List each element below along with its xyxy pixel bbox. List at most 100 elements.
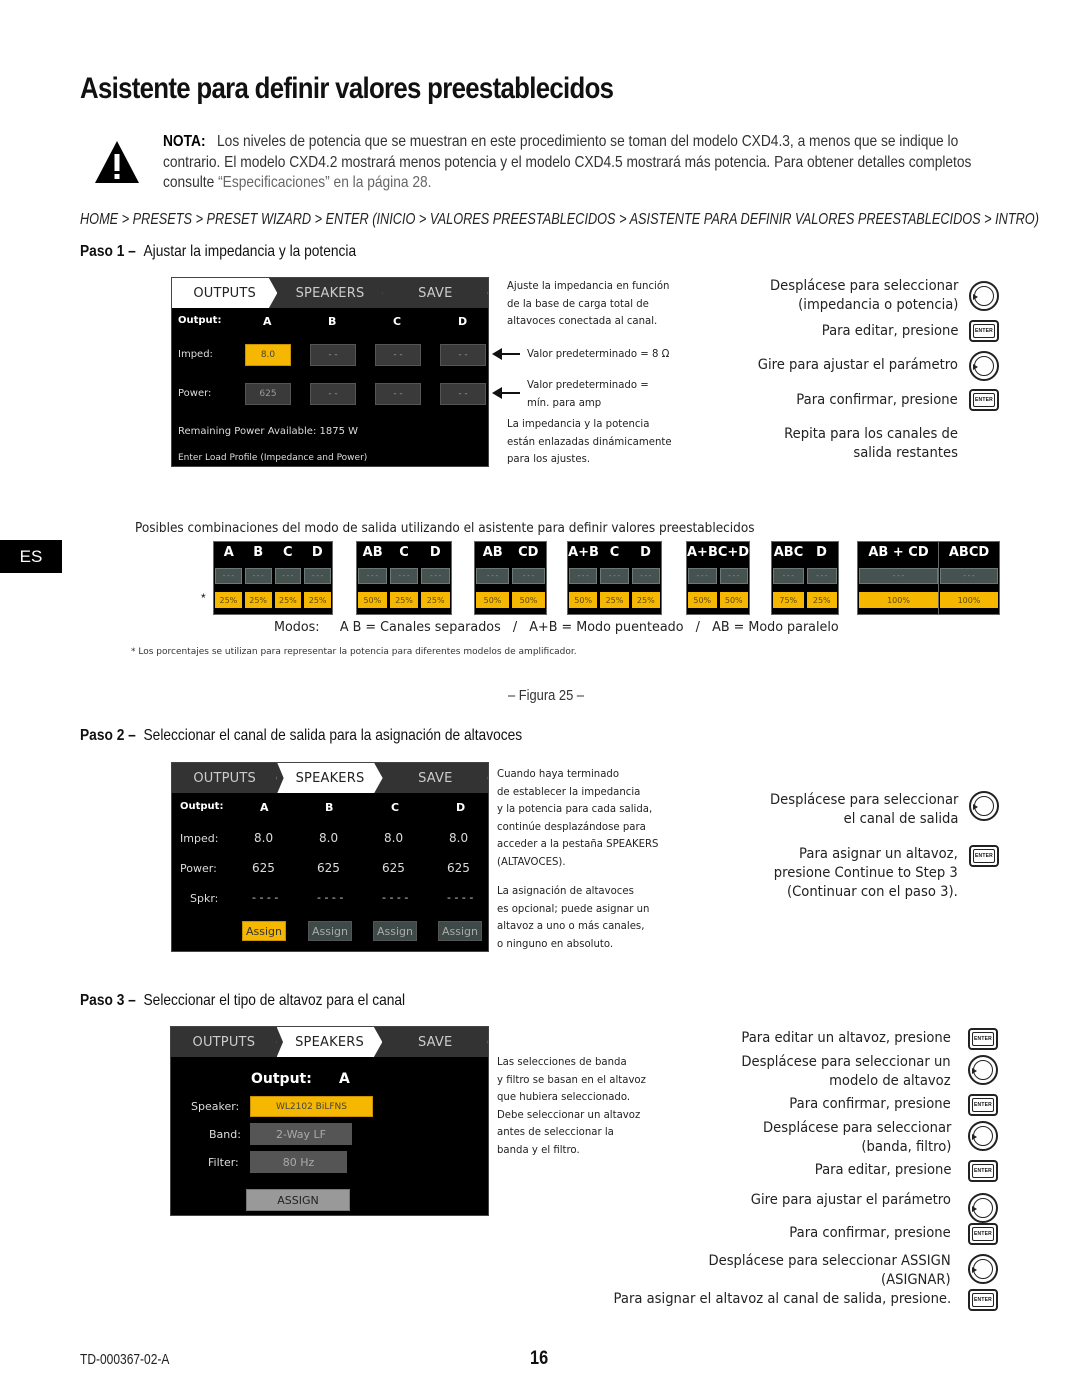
arrow-left-icon [492,387,520,399]
mode-channel-label: AB [362,545,383,560]
mode-percent-row: 50% 50% [687,592,749,608]
note-text: Los niveles de potencia que se muestran … [163,133,972,171]
tab-outputs[interactable]: OUTPUTS [171,1027,277,1057]
mode-percent-cell: 25% [806,592,837,608]
imped-b-field[interactable]: - - [310,344,356,366]
tab-save[interactable]: SAVE [382,1027,488,1057]
step3-heading: Paso 3 – Seleccionar el tipo de altavoz … [80,992,405,1010]
output-value: A [339,1071,350,1087]
note-block: NOTA: Los niveles de potencia que se mue… [163,132,1006,194]
instr-line: presione Continue to Step 3 [773,865,958,881]
note-line: de la base de carga total de [507,296,649,310]
power-c-field[interactable]: - - [375,383,421,405]
enter-label: ENTER [972,1098,994,1112]
tab-save[interactable]: SAVE [383,763,488,793]
mode-placeholder-cell: - - - [358,568,387,584]
mode-placeholder-row: - - - [858,568,939,584]
mode-channel-label: AB [482,545,503,560]
note-line: y la potencia para cada salida, [497,802,653,815]
instr-line: Gire para ajustar el parámetro [750,1192,951,1208]
enter-label: ENTER [972,1227,994,1241]
step1-heading: Paso 1 – Ajustar la impedancia y la pote… [80,243,356,261]
assign-b-button[interactable]: Assign [308,921,352,941]
imped-d-field[interactable]: - - [440,344,486,366]
instr-line: Para confirmar, presione [789,1096,951,1112]
mode-percent-cell: 75% [773,592,804,608]
enter-button-icon: ENTER [968,1094,998,1116]
filter-select[interactable]: 80 Hz [250,1151,347,1173]
mode-percent-cell: 50% [688,592,717,608]
instr-repeat: Repita para los canales de salida restan… [784,425,958,463]
col-c: C [393,315,402,328]
assign-c-button[interactable]: Assign [373,921,417,941]
mode-placeholder-cell: - - - [569,568,598,584]
default-power-note: Valor predeterminado = mín. para amp [527,376,649,411]
tab-speakers[interactable]: SPEAKERS [277,763,383,793]
mode-combination: AB CD - - -- - -50% 50% [474,541,547,615]
tab-speakers[interactable]: SPEAKERS [277,278,382,308]
mode-placeholder-cell: - - - [476,568,509,584]
enter-label: ENTER [973,393,995,407]
mode-header: A+B C+D [687,545,749,565]
mode-placeholder-cell: - - - [719,568,748,584]
instr-select-channel: Desplácese para seleccionar el canal de … [770,791,958,829]
col-d: D [458,315,468,328]
mode-placeholder-cell: - - - [274,568,302,584]
mode-percent-cell: 50% [476,592,509,608]
mode-placeholder-cell: - - - [215,568,242,584]
note-line: de establecer la impedancia [497,784,641,798]
assign-d-button[interactable]: Assign [438,921,482,941]
load-profile-hint: Enter Load Profile (Impedance and Power) [178,453,368,463]
spec-reference-link[interactable]: “Especificaciones” en la página 28. [218,174,431,191]
tab-save[interactable]: SAVE [383,278,488,308]
mode-header: AB CD [475,545,546,565]
mode-placeholder-row: - - - [939,568,999,584]
mode-combination: ABC D - - -- - -75% 25% [771,541,839,615]
power-label: Power: [178,388,212,399]
page-number: 16 [530,1348,549,1369]
note-line: altavoces conectada al canal. [507,314,658,327]
imped-a-field[interactable]: 8.0 [245,344,291,366]
spkr-c: - - - - [382,891,409,904]
tab-outputs[interactable]: OUTPUTS [172,763,277,793]
step3-notes: Las selecciones de banda y filtro se bas… [497,1053,646,1158]
mode-percent-row: 100% [939,592,999,608]
instr-assign-speaker: Para asignar un altavoz, presione Contin… [774,845,958,902]
enter-label: ENTER [973,849,995,863]
mode-channel-label: D [816,545,827,560]
enter-button-icon: ENTER [968,1028,998,1050]
note-line: altavoz a uno o más canales, [497,919,645,932]
step1-adjust-note: Ajuste la impedancia en función de la ba… [507,277,669,330]
tab-outputs[interactable]: OUTPUTS [172,278,278,308]
step3-instruction: Desplácese para seleccionar ASSIGN (ASIGN… [709,1252,951,1290]
band-label: Band: [209,1128,241,1141]
step3-instruction: Desplácese para seleccionar un modelo de … [742,1053,951,1091]
note-line: mín. para amp [527,395,602,409]
mode-percent-cell: 25% [600,592,629,608]
power-d-field[interactable]: - - [440,383,486,405]
instr-line: modelo de altavoz [829,1073,951,1089]
instr-line: Para editar un altavoz, presione [741,1030,951,1046]
speaker-select[interactable]: WL2102 BiLFNS [250,1096,373,1117]
instr-line: Repita para los canales de [784,426,958,442]
mode-placeholder-cell: - - - [940,568,998,584]
instr-edit: Para editar, presione [821,323,958,339]
mode-percent-row: 75% 25% [772,592,838,608]
mode-channel-label: B [253,545,264,560]
note-line: Valor predeterminado = [527,378,649,391]
power-b: 625 [317,861,340,875]
power-a-field[interactable]: 625 [245,383,291,405]
mode-placeholder-row: - - -- - - [475,568,546,584]
tab-speakers[interactable]: SPEAKERS [276,1027,383,1057]
band-select[interactable]: 2-Way LF [250,1123,352,1145]
mode-channel-label: A [223,545,234,560]
imped-b: 8.0 [319,831,339,845]
mode-percent-cell: 50% [569,592,598,608]
note-line: Las selecciones de banda [497,1055,627,1068]
imped-c-field[interactable]: - - [375,344,421,366]
assign-a-button[interactable]: Assign [242,921,286,941]
step2-label: Paso 2 – [80,727,136,744]
note-line: La impedancia y la potencia [507,417,650,430]
power-b-field[interactable]: - - [310,383,356,405]
assign-button[interactable]: ASSIGN [246,1189,350,1211]
